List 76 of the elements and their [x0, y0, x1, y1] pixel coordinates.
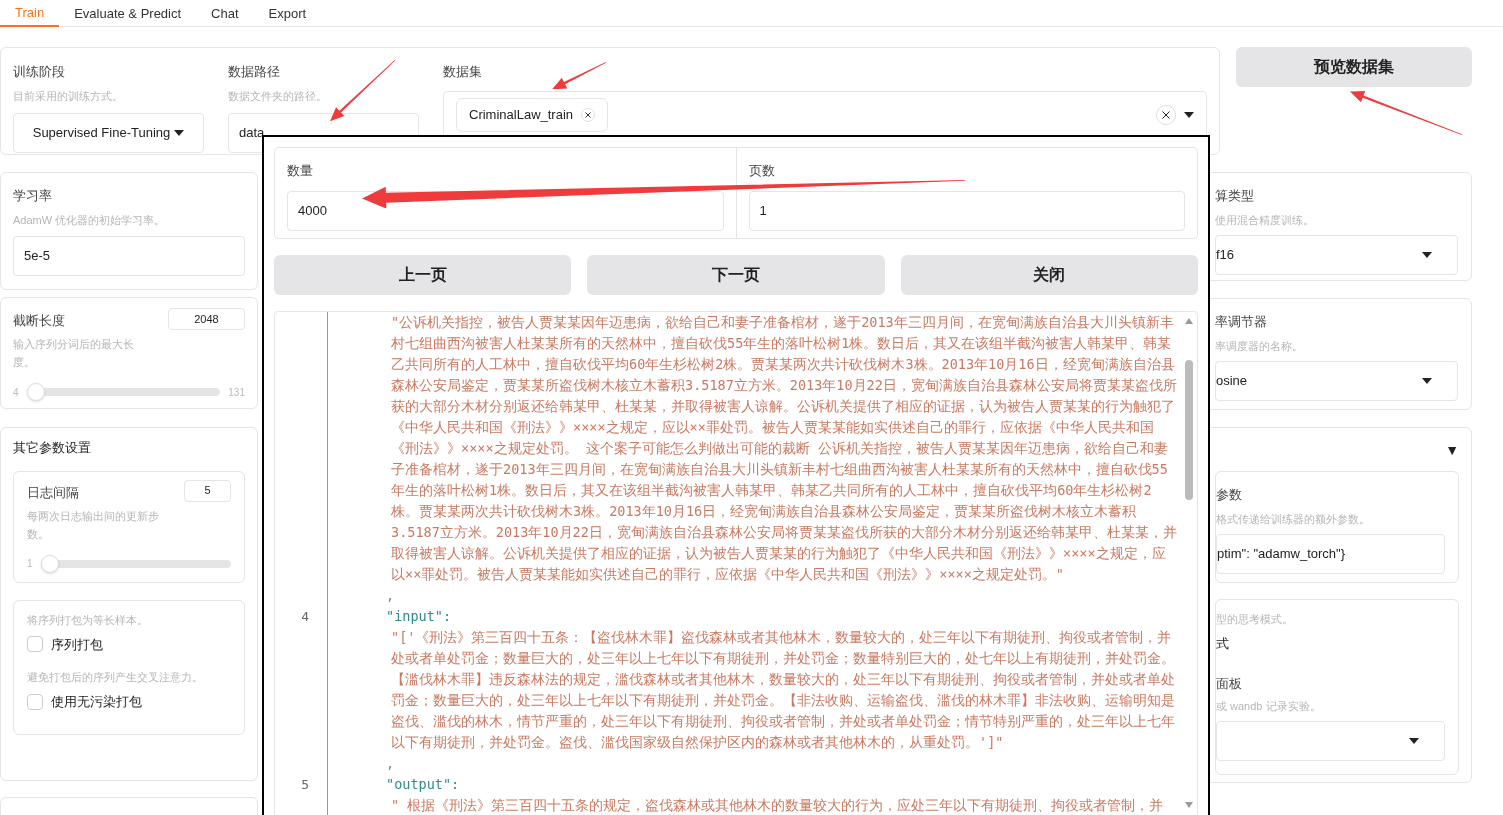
field-label: 面板 [1216, 674, 1242, 693]
line-number: 4 [301, 609, 309, 624]
report-select[interactable] [1216, 720, 1445, 761]
section-title: 其它参数设置 [13, 439, 92, 457]
preview-dataset-button[interactable]: 预览数据集 [1236, 47, 1472, 87]
pager-button[interactable]: 关闭 [900, 255, 1198, 295]
caret-icon [1422, 378, 1432, 384]
remove-icon[interactable] [581, 108, 596, 122]
slider-track[interactable] [40, 554, 231, 573]
extra-args-field[interactable]: ptim": "adamw_torch"} [1216, 534, 1445, 574]
scroll-down-icon[interactable] [1185, 802, 1193, 808]
tab[interactable]: Evaluate & Predict [59, 0, 197, 27]
slider-thumb[interactable] [40, 554, 59, 573]
logging-field[interactable]: 5 [184, 479, 231, 502]
line-number: 5 [301, 777, 309, 792]
annotation-arrow [552, 61, 607, 89]
field-hint: 格式传递给训练器的额外参数。 [1216, 512, 1371, 527]
slider-min: 1 [27, 557, 33, 571]
field-hint: 目前采用的训练方式。 [13, 89, 124, 104]
clear-icon[interactable] [1156, 105, 1176, 125]
checkbox[interactable] [27, 693, 43, 710]
field-label: 数量 [287, 162, 313, 180]
field-label: 参数 [1216, 486, 1242, 504]
slider-track[interactable] [26, 383, 221, 401]
collapse-toggle[interactable]: ▼ [1445, 440, 1459, 461]
field-hint: 将序列打包为等长样本。 [27, 612, 149, 628]
slider-thumb[interactable] [26, 383, 45, 401]
caret-icon [1422, 252, 1432, 258]
field-hint: AdamW 优化器的初始学习率。 [13, 213, 167, 228]
field-label: 日志间隔 [27, 483, 79, 502]
field-label: 数据路径 [228, 63, 280, 81]
field-label: 训练阶段 [13, 63, 65, 81]
checkbox-label: 式 [1216, 635, 1230, 653]
field-hint: 输入序列分词后的最大长度。 [13, 337, 135, 370]
caret-icon [1184, 112, 1194, 118]
field-label: 学习率 [13, 187, 52, 205]
field-label: 率调节器 [1215, 313, 1267, 331]
json-string: "公诉机关指控，被告人贾某某因年迈患病，欲给自己和妻子准备棺材，遂于2013年三四月间，在宽甸满族自治县大川头镇新丰村七组曲西沟被害人杜某某所有的天然林中，擅自砍伐55年生的落叶松树1株。数日后，其又在该组半截沟被害人韩某甲、韩某乙共同所有的人工林中，擅自砍伐平均60年生杉松树2株。贾某某两次共计砍伐树木3株。2013年10月16日，经宽甸满族自治县森林公安局鉴定，贾某某所盗伐树木核立木蓄积3.5187立方米。2013年10月22日，宽甸满族自治县森林公安局将贾某某盗伐所获的大部分木材分别返还给韩某甲、杜某某，并取得被害人谅解。公诉机关提供了相应的证据，认为被告人贾某某的行为触犯了《中华人民共和国《刑法》》××××之规定，应以××罪处罚。被告人贾某某能如实供述自己的罪行，应依据《中华人民共和国《刑法》》××××之规定处罚。 这个案子可能怎么判做出可能的裁断 公诉机关指控，被告人贾某某因年迈患病，欲给自己和妻子准备棺材，遂于2013年三四月间，在宽甸满族自治县大川头镇新丰村七组曲西沟被害人杜某某所有的天然林中，擅自砍伐55年生的落叶松树1株。数日后，其又在该组半截沟被害人韩某甲、韩某乙共同所有的人工林中，擅自砍伐平均60年生杉松树2株。贾某某两次共计砍伐树木3株。2013年10月16日，经宽甸满族自治县森林公安局鉴定，贾某某所盗伐树木核立木蓄积3.5187立方米。2013年10月22日，宽甸满族自治县森林公安局将贾某某盗伐所获的大部分木材分别返还给韩某甲、杜某某，并取得被害人谅解。公诉机关提供了相应的证据，认为被告人贾某某的行为触犯了《中华人民共和国《刑法》》××××之规定，应以××罪处罚。被告人贾某某能如实供述自己的罪行，应依据《中华人民共和国《刑法》》××××之规定处罚。" [390, 313, 1177, 584]
json-string: " 根据《刑法》第三百四十五条的规定，盗伐森林或其他林木的数量较大的行为，应处三年以下有期徒刑、拘役或者管制，并 [390, 796, 1165, 815]
tab[interactable]: Chat [196, 0, 254, 27]
field-hint: 使用混合精度训练。 [1215, 213, 1315, 228]
compute-type-select[interactable]: f16 [1215, 235, 1458, 275]
checkbox-label: 使用无污染打包 [51, 693, 142, 711]
json-key: "input": [386, 608, 452, 624]
field-label: 截断长度 [13, 312, 65, 330]
json-comma: , [386, 755, 395, 771]
field-hint: 每两次日志输出间的更新步数。 [27, 508, 160, 542]
cutoff-field[interactable]: 2048 [168, 308, 245, 330]
field-hint: 数据文件夹的路径。 [228, 89, 328, 104]
caret-icon [174, 130, 185, 136]
stage-select[interactable]: Supervised Fine-Tuning [13, 113, 204, 153]
field-hint: 率调度器的名称。 [1215, 339, 1304, 354]
scrollbar-thumb[interactable] [1185, 360, 1193, 500]
checkbox[interactable] [27, 636, 43, 653]
tab[interactable]: Export [253, 0, 322, 27]
slider-max: 131 [228, 385, 245, 400]
dataset-tag[interactable]: CriminalLaw_train [456, 98, 609, 132]
scroll-up-icon[interactable] [1185, 318, 1193, 324]
json-string: "['《刑法》第三百四十五条：【盗伐林木罪】盗伐森林或者其他林木，数量较大的，处三年以下有期徒刑、拘役或者管制，并处或者单处罚金；数量巨大的，处三年以上七年以下有期徒刑，并处罚金；数量特别巨大的，处七年以上有期徒刑，并处罚金。【滥伐林木罪】违反森林法的规定，滥伐森林或者其他林木，数量较大的，处三年以下有期徒刑、拘役或者管制，并处或者单处罚金；数量巨大的，处三年以上七年以下有期徒刑，并处罚金。【非法收购、运输盗伐、滥伐的林木罪】非法收购、运输明知是盗伐、滥伐的林木，情节严重的，处三年以下有期徒刑、拘役或者管制，并处或者单处罚金；情节特别严重的，处三年以上七年以下有期徒刑，并处罚金。盗伐、滥伐国家级自然保护区内的森林或者其他林木的，从重处罚。']" [390, 628, 1176, 752]
checkbox-label: 序列打包 [51, 635, 103, 654]
scheduler-select[interactable]: osine [1215, 361, 1458, 401]
json-comma: , [386, 587, 395, 603]
json-key: "output": [386, 776, 460, 792]
pager-button[interactable]: 上一页 [274, 255, 572, 295]
field-hint: 避免打包后的序列产生交叉注意力。 [27, 670, 204, 685]
slider-min: 4 [13, 385, 19, 400]
pager-button[interactable]: 下一页 [587, 255, 885, 295]
field-hint: 或 wandb 记录实验。 [1216, 698, 1322, 714]
caret-icon [1409, 737, 1419, 744]
field-label: 算类型 [1215, 187, 1254, 205]
field-label: 页数 [748, 162, 775, 180]
field-label: 数据集 [443, 63, 482, 81]
annotation-arrow [330, 59, 396, 121]
field-hint: 型的思考模式。 [1216, 612, 1294, 627]
page-field[interactable]: 1 [748, 191, 1185, 231]
learning-rate-field[interactable]: 5e-5 [13, 236, 245, 276]
